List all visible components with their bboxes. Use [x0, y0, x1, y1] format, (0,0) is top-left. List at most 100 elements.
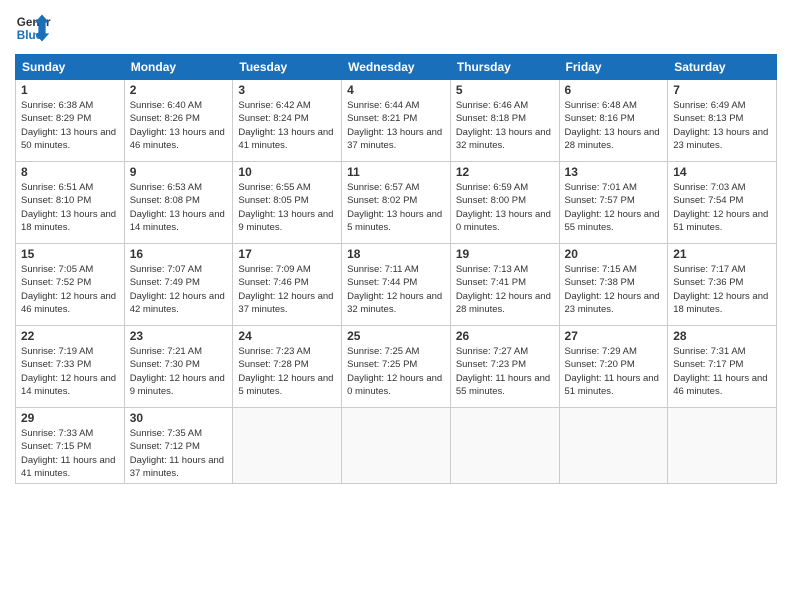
day-number: 12 [456, 165, 554, 179]
weekday-header-friday: Friday [559, 55, 668, 80]
calendar-cell: 4 Sunrise: 6:44 AMSunset: 8:21 PMDayligh… [342, 80, 451, 162]
day-info: Sunrise: 7:17 AMSunset: 7:36 PMDaylight:… [673, 263, 771, 316]
day-info: Sunrise: 6:40 AMSunset: 8:26 PMDaylight:… [130, 99, 228, 152]
day-info: Sunrise: 7:23 AMSunset: 7:28 PMDaylight:… [238, 345, 336, 398]
calendar-cell: 3 Sunrise: 6:42 AMSunset: 8:24 PMDayligh… [233, 80, 342, 162]
day-info: Sunrise: 7:29 AMSunset: 7:20 PMDaylight:… [565, 345, 663, 398]
day-number: 2 [130, 83, 228, 97]
calendar-cell: 10 Sunrise: 6:55 AMSunset: 8:05 PMDaylig… [233, 162, 342, 244]
calendar-cell: 2 Sunrise: 6:40 AMSunset: 8:26 PMDayligh… [124, 80, 233, 162]
day-number: 4 [347, 83, 445, 97]
day-info: Sunrise: 6:38 AMSunset: 8:29 PMDaylight:… [21, 99, 119, 152]
calendar-cell: 18 Sunrise: 7:11 AMSunset: 7:44 PMDaylig… [342, 244, 451, 326]
day-info: Sunrise: 7:33 AMSunset: 7:15 PMDaylight:… [21, 427, 119, 480]
day-info: Sunrise: 7:01 AMSunset: 7:57 PMDaylight:… [565, 181, 663, 234]
calendar-cell: 28 Sunrise: 7:31 AMSunset: 7:17 PMDaylig… [668, 326, 777, 408]
calendar-cell: 20 Sunrise: 7:15 AMSunset: 7:38 PMDaylig… [559, 244, 668, 326]
day-info: Sunrise: 6:57 AMSunset: 8:02 PMDaylight:… [347, 181, 445, 234]
calendar-table: SundayMondayTuesdayWednesdayThursdayFrid… [15, 54, 777, 484]
day-info: Sunrise: 7:05 AMSunset: 7:52 PMDaylight:… [21, 263, 119, 316]
calendar-cell: 11 Sunrise: 6:57 AMSunset: 8:02 PMDaylig… [342, 162, 451, 244]
day-info: Sunrise: 7:27 AMSunset: 7:23 PMDaylight:… [456, 345, 554, 398]
day-number: 13 [565, 165, 663, 179]
calendar-cell: 27 Sunrise: 7:29 AMSunset: 7:20 PMDaylig… [559, 326, 668, 408]
day-number: 26 [456, 329, 554, 343]
day-info: Sunrise: 6:51 AMSunset: 8:10 PMDaylight:… [21, 181, 119, 234]
day-info: Sunrise: 7:11 AMSunset: 7:44 PMDaylight:… [347, 263, 445, 316]
calendar-cell: 30 Sunrise: 7:35 AMSunset: 7:12 PMDaylig… [124, 408, 233, 484]
calendar-cell [233, 408, 342, 484]
day-number: 23 [130, 329, 228, 343]
day-info: Sunrise: 6:49 AMSunset: 8:13 PMDaylight:… [673, 99, 771, 152]
day-number: 27 [565, 329, 663, 343]
day-number: 17 [238, 247, 336, 261]
day-number: 14 [673, 165, 771, 179]
day-info: Sunrise: 7:31 AMSunset: 7:17 PMDaylight:… [673, 345, 771, 398]
calendar-cell: 1 Sunrise: 6:38 AMSunset: 8:29 PMDayligh… [16, 80, 125, 162]
calendar-cell: 8 Sunrise: 6:51 AMSunset: 8:10 PMDayligh… [16, 162, 125, 244]
calendar-cell: 6 Sunrise: 6:48 AMSunset: 8:16 PMDayligh… [559, 80, 668, 162]
day-number: 8 [21, 165, 119, 179]
day-info: Sunrise: 7:25 AMSunset: 7:25 PMDaylight:… [347, 345, 445, 398]
calendar-cell [559, 408, 668, 484]
day-info: Sunrise: 6:53 AMSunset: 8:08 PMDaylight:… [130, 181, 228, 234]
day-info: Sunrise: 7:13 AMSunset: 7:41 PMDaylight:… [456, 263, 554, 316]
day-number: 25 [347, 329, 445, 343]
day-number: 5 [456, 83, 554, 97]
calendar-cell [450, 408, 559, 484]
day-number: 21 [673, 247, 771, 261]
day-info: Sunrise: 7:35 AMSunset: 7:12 PMDaylight:… [130, 427, 228, 480]
calendar-cell: 21 Sunrise: 7:17 AMSunset: 7:36 PMDaylig… [668, 244, 777, 326]
day-number: 22 [21, 329, 119, 343]
logo: General Blue [15, 10, 51, 46]
day-info: Sunrise: 7:07 AMSunset: 7:49 PMDaylight:… [130, 263, 228, 316]
calendar-week-row: 15 Sunrise: 7:05 AMSunset: 7:52 PMDaylig… [16, 244, 777, 326]
calendar-cell: 16 Sunrise: 7:07 AMSunset: 7:49 PMDaylig… [124, 244, 233, 326]
day-number: 15 [21, 247, 119, 261]
calendar-cell: 19 Sunrise: 7:13 AMSunset: 7:41 PMDaylig… [450, 244, 559, 326]
day-number: 24 [238, 329, 336, 343]
calendar-cell [342, 408, 451, 484]
day-number: 20 [565, 247, 663, 261]
weekday-header-row: SundayMondayTuesdayWednesdayThursdayFrid… [16, 55, 777, 80]
weekday-header-wednesday: Wednesday [342, 55, 451, 80]
day-number: 9 [130, 165, 228, 179]
day-info: Sunrise: 6:55 AMSunset: 8:05 PMDaylight:… [238, 181, 336, 234]
calendar-cell: 23 Sunrise: 7:21 AMSunset: 7:30 PMDaylig… [124, 326, 233, 408]
weekday-header-saturday: Saturday [668, 55, 777, 80]
calendar-cell: 17 Sunrise: 7:09 AMSunset: 7:46 PMDaylig… [233, 244, 342, 326]
day-number: 7 [673, 83, 771, 97]
calendar-cell: 14 Sunrise: 7:03 AMSunset: 7:54 PMDaylig… [668, 162, 777, 244]
day-number: 28 [673, 329, 771, 343]
day-info: Sunrise: 6:44 AMSunset: 8:21 PMDaylight:… [347, 99, 445, 152]
day-number: 29 [21, 411, 119, 425]
calendar-cell: 7 Sunrise: 6:49 AMSunset: 8:13 PMDayligh… [668, 80, 777, 162]
day-info: Sunrise: 7:09 AMSunset: 7:46 PMDaylight:… [238, 263, 336, 316]
calendar-cell: 13 Sunrise: 7:01 AMSunset: 7:57 PMDaylig… [559, 162, 668, 244]
calendar-cell: 22 Sunrise: 7:19 AMSunset: 7:33 PMDaylig… [16, 326, 125, 408]
page-header: General Blue [15, 10, 777, 46]
day-number: 11 [347, 165, 445, 179]
day-info: Sunrise: 7:19 AMSunset: 7:33 PMDaylight:… [21, 345, 119, 398]
calendar-cell: 26 Sunrise: 7:27 AMSunset: 7:23 PMDaylig… [450, 326, 559, 408]
day-number: 3 [238, 83, 336, 97]
weekday-header-thursday: Thursday [450, 55, 559, 80]
weekday-header-monday: Monday [124, 55, 233, 80]
day-number: 19 [456, 247, 554, 261]
day-info: Sunrise: 6:48 AMSunset: 8:16 PMDaylight:… [565, 99, 663, 152]
page-container: General Blue SundayMondayTuesdayWednesda… [0, 0, 792, 612]
calendar-cell: 29 Sunrise: 7:33 AMSunset: 7:15 PMDaylig… [16, 408, 125, 484]
calendar-week-row: 1 Sunrise: 6:38 AMSunset: 8:29 PMDayligh… [16, 80, 777, 162]
day-info: Sunrise: 7:15 AMSunset: 7:38 PMDaylight:… [565, 263, 663, 316]
calendar-cell [668, 408, 777, 484]
weekday-header-sunday: Sunday [16, 55, 125, 80]
day-number: 30 [130, 411, 228, 425]
calendar-week-row: 22 Sunrise: 7:19 AMSunset: 7:33 PMDaylig… [16, 326, 777, 408]
day-number: 10 [238, 165, 336, 179]
day-info: Sunrise: 7:03 AMSunset: 7:54 PMDaylight:… [673, 181, 771, 234]
calendar-cell: 9 Sunrise: 6:53 AMSunset: 8:08 PMDayligh… [124, 162, 233, 244]
calendar-cell: 12 Sunrise: 6:59 AMSunset: 8:00 PMDaylig… [450, 162, 559, 244]
weekday-header-tuesday: Tuesday [233, 55, 342, 80]
day-number: 6 [565, 83, 663, 97]
day-number: 18 [347, 247, 445, 261]
